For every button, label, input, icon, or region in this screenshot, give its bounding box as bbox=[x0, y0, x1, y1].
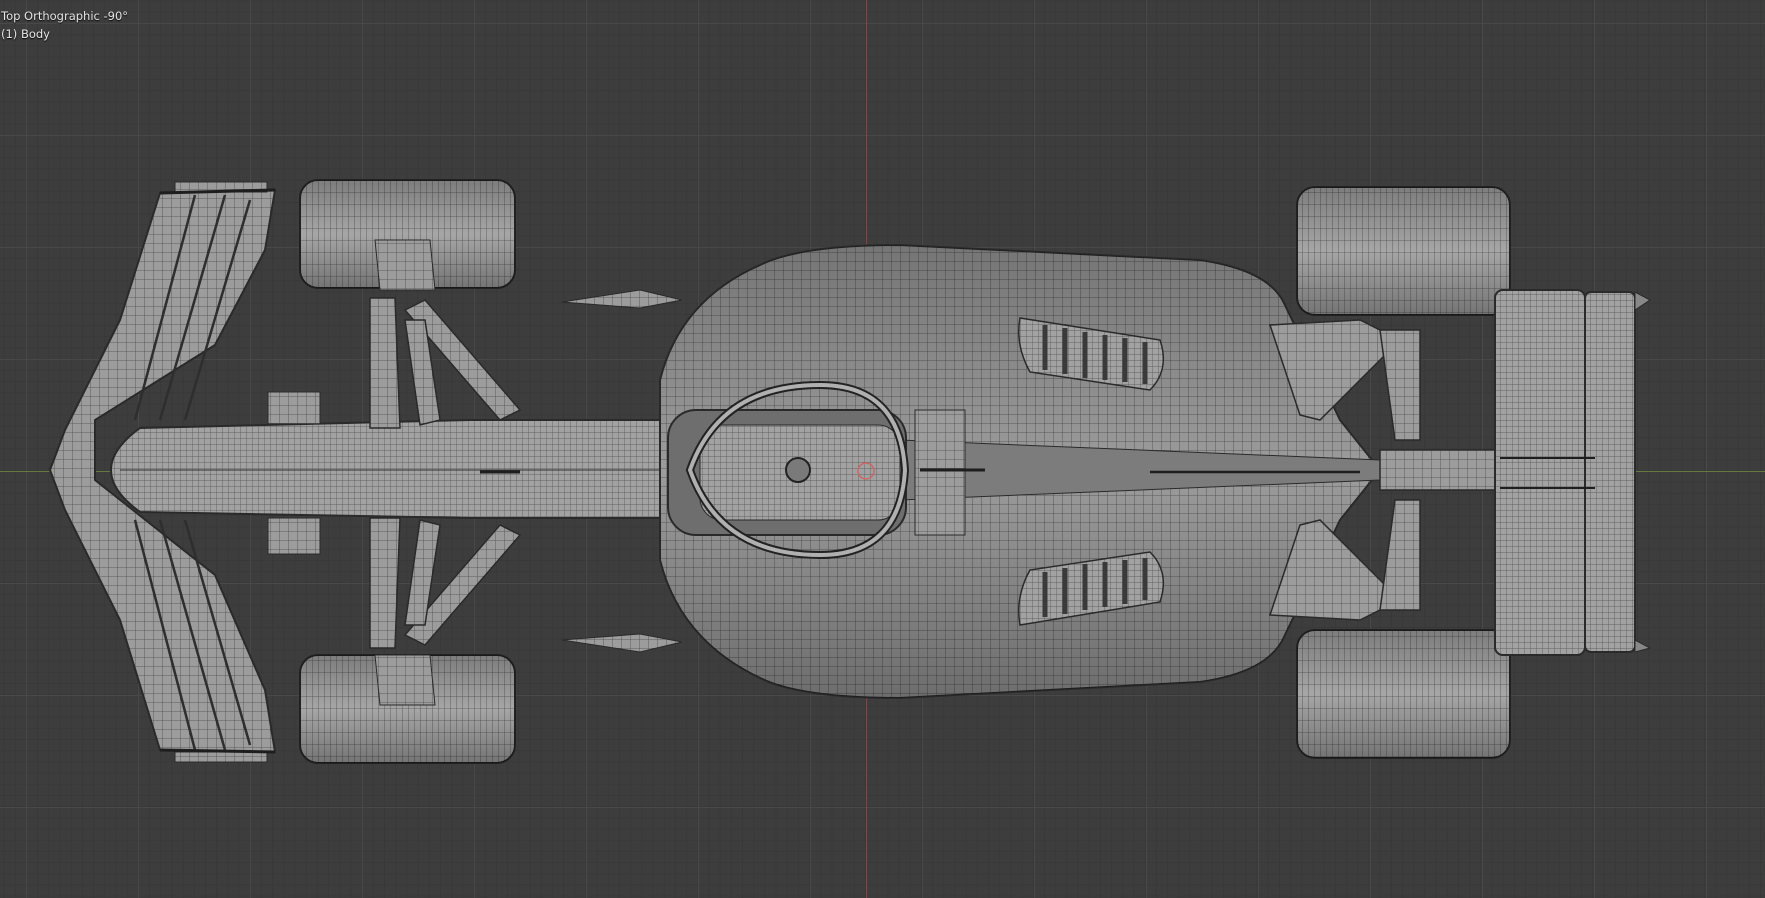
nose[interactable] bbox=[110, 391, 701, 555]
active-object-label: (1) Body bbox=[1, 27, 50, 41]
front-wheel-right[interactable] bbox=[299, 654, 516, 764]
cockpit-halo[interactable] bbox=[667, 380, 985, 560]
3d-viewport[interactable]: Top Orthographic -90° (1) Body bbox=[0, 0, 1765, 898]
rear-wing[interactable] bbox=[1494, 289, 1652, 656]
rear-wheel-right[interactable] bbox=[1296, 629, 1511, 759]
car-model[interactable] bbox=[0, 0, 1765, 898]
view-title: Top Orthographic -90° bbox=[1, 9, 129, 23]
rear-wheel-left[interactable] bbox=[1296, 186, 1511, 316]
front-wheel-left[interactable] bbox=[299, 179, 516, 291]
